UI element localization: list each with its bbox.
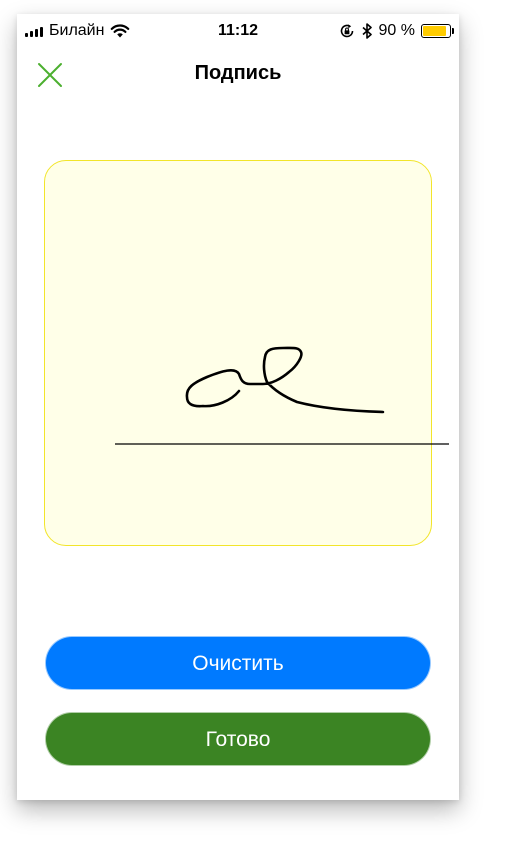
bluetooth-icon	[361, 23, 373, 39]
phone-screen: Билайн 11:12 90 % Подпись Очистить Готов…	[17, 14, 459, 800]
orientation-lock-icon	[339, 23, 355, 39]
status-right: 90 %	[339, 22, 454, 40]
status-bar: Билайн 11:12 90 %	[17, 14, 459, 48]
clear-button[interactable]: Очистить	[45, 636, 431, 690]
nav-bar: Подпись	[17, 48, 459, 102]
battery-percent: 90 %	[378, 22, 415, 39]
battery-fill	[423, 26, 447, 36]
signature-stroke	[185, 346, 385, 414]
screen-stage: Билайн 11:12 90 % Подпись Очистить Готов…	[0, 0, 507, 849]
signature-pad[interactable]	[44, 160, 449, 546]
signature-canvas[interactable]	[45, 161, 449, 547]
page-title: Подпись	[194, 62, 282, 84]
battery-icon	[421, 24, 454, 38]
done-button[interactable]: Готово	[45, 712, 431, 766]
